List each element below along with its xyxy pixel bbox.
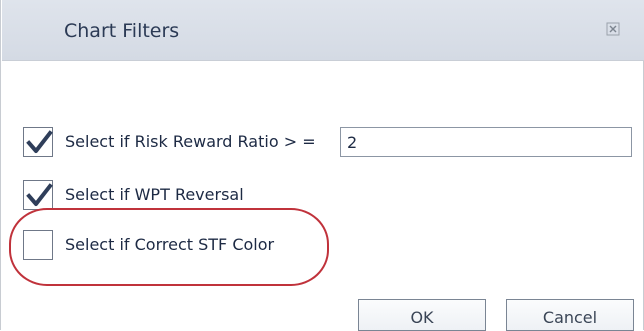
risk-reward-label: Select if Risk Reward Ratio > = — [65, 132, 316, 151]
risk-reward-checkbox[interactable] — [23, 127, 53, 157]
close-icon[interactable] — [606, 22, 620, 36]
checkmark-icon — [26, 130, 53, 153]
ok-button[interactable]: OK — [358, 299, 486, 331]
cancel-button[interactable]: Cancel — [506, 299, 634, 331]
dialog-titlebar[interactable]: Chart Filters — [2, 0, 644, 61]
wpt-reversal-checkbox[interactable] — [23, 180, 53, 210]
stf-color-checkbox[interactable] — [23, 230, 53, 260]
risk-reward-ratio-input[interactable] — [340, 127, 632, 157]
dialog-title: Chart Filters — [64, 20, 180, 42]
stf-color-label: Select if Correct STF Color — [65, 235, 275, 254]
chart-filters-dialog: Chart Filters Select if Risk Reward Rati… — [0, 0, 644, 331]
checkmark-icon — [26, 183, 53, 206]
wpt-reversal-label: Select if WPT Reversal — [65, 185, 244, 204]
